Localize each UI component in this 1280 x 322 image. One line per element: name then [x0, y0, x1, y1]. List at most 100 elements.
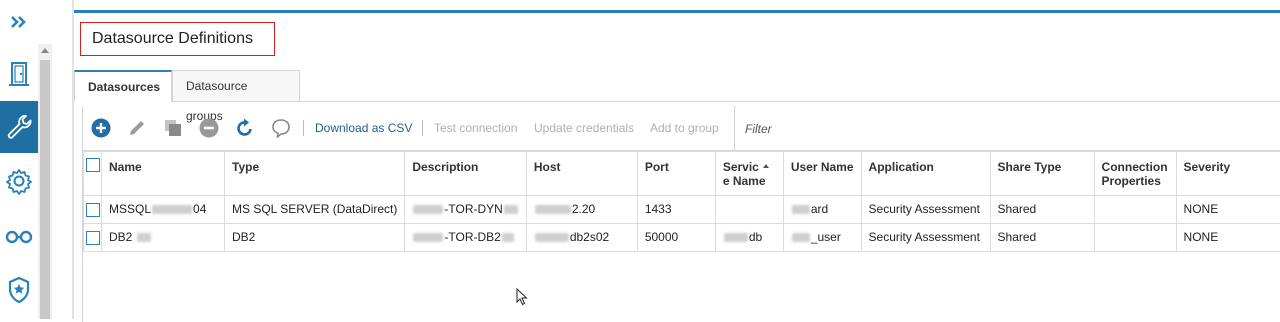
cell-connection-properties [1094, 196, 1176, 224]
column-header-service-name[interactable]: Service Name [715, 152, 783, 196]
door-icon [8, 61, 30, 87]
column-header-share-type[interactable]: Share Type [990, 152, 1094, 196]
name-text: MSSQL [109, 202, 151, 216]
cell-user-name: _user [783, 224, 861, 252]
cell-connection-properties [1094, 224, 1176, 252]
column-header-type[interactable]: Type [225, 152, 405, 196]
rail-item-security[interactable] [0, 264, 38, 316]
sort-ascending-icon [763, 164, 769, 168]
column-header-application[interactable]: Application [861, 152, 990, 196]
toolbar-separator [422, 120, 423, 136]
scroll-up-arrow-icon[interactable] [41, 48, 49, 53]
refresh-icon[interactable] [235, 118, 255, 138]
redacted-text [152, 205, 192, 214]
tab-datasource-groups[interactable]: Datasource groups [172, 70, 300, 101]
update-credentials-button[interactable]: Update credentials [534, 121, 634, 135]
glasses-icon [4, 228, 34, 244]
page-title-box: Datasource Definitions [80, 22, 275, 56]
column-header-name[interactable]: Name [102, 152, 225, 196]
edit-icon[interactable] [127, 118, 147, 138]
filter-box [734, 106, 1280, 150]
main-panel: Datasource Definitions Datasources Datas… [74, 10, 1280, 322]
rail-item-wrench[interactable] [0, 101, 38, 153]
mouse-cursor-icon [516, 288, 528, 306]
connection-properties-line2: Properties [1102, 174, 1161, 188]
page-title: Datasource Definitions [92, 30, 253, 48]
redacted-text [535, 205, 571, 214]
host-text: db2s02 [570, 230, 609, 244]
cell-port: 50000 [637, 224, 715, 252]
cell-type: DB2 [225, 224, 405, 252]
redacted-text [724, 233, 748, 242]
cell-port: 1433 [637, 196, 715, 224]
cell-host: 2.20 [526, 196, 637, 224]
column-header-description[interactable]: Description [405, 152, 526, 196]
redacted-text [792, 205, 810, 214]
redacted-text [413, 233, 443, 242]
cell-service-name: db [715, 224, 783, 252]
left-rail [0, 0, 38, 319]
cell-name: DB2 [102, 224, 225, 252]
expand-sidebar-button[interactable] [0, 0, 38, 44]
tab-bar: Datasources Datasource groups [74, 68, 1280, 102]
redacted-text [502, 233, 514, 242]
gear-icon [5, 167, 33, 195]
cell-application: Security Assessment [861, 196, 990, 224]
rail-item-glasses[interactable] [0, 210, 38, 262]
cell-share-type: Shared [990, 196, 1094, 224]
description-text: -TOR-DYN [444, 202, 502, 216]
column-header-host[interactable]: Host [526, 152, 637, 196]
service-name-line1: Servic [723, 160, 759, 174]
filter-input[interactable] [743, 118, 1147, 140]
redacted-text [535, 233, 569, 242]
redacted-text [137, 233, 151, 242]
toolbar-separator [303, 120, 304, 136]
select-all-cell [84, 152, 102, 196]
copy-icon[interactable] [163, 118, 183, 138]
download-csv-link[interactable]: Download as CSV [315, 121, 412, 135]
cell-description: -TOR-DYN [405, 196, 526, 224]
expand-chevrons-icon [9, 14, 29, 30]
comment-icon[interactable] [271, 118, 291, 138]
column-header-port[interactable]: Port [637, 152, 715, 196]
cell-user-name: ard [783, 196, 861, 224]
scrollbar-thumb[interactable] [40, 60, 50, 319]
add-to-group-button[interactable]: Add to group [650, 121, 719, 135]
remove-icon[interactable] [199, 118, 219, 138]
column-header-connection-properties[interactable]: ConnectionProperties [1094, 152, 1176, 196]
tab-datasources[interactable]: Datasources [74, 70, 172, 102]
rail-item-settings[interactable] [0, 155, 38, 207]
host-text: 2.20 [572, 202, 595, 216]
redacted-text [413, 205, 443, 214]
rail-item-door[interactable] [0, 48, 38, 100]
column-header-severity[interactable]: Severity [1176, 152, 1280, 196]
name-suffix: 04 [193, 202, 206, 216]
name-text: DB2 [109, 230, 132, 244]
rail-scrollbar[interactable] [38, 44, 52, 319]
datasources-table: Name Type Description Host Port Service … [83, 151, 1280, 252]
description-text: -TOR-DB2 [444, 230, 500, 244]
select-all-checkbox[interactable] [86, 158, 100, 172]
toolbar: Download as CSV Test connection Update c… [83, 106, 1280, 151]
row-select-cell [84, 196, 102, 224]
cell-severity: NONE [1176, 196, 1280, 224]
cell-application: Security Assessment [861, 224, 990, 252]
datasources-panel: Download as CSV Test connection Update c… [82, 106, 1280, 322]
cell-description: -TOR-DB2 [405, 224, 526, 252]
redacted-text [504, 205, 518, 214]
user-text: _user [811, 230, 841, 244]
cell-type: MS SQL SERVER (DataDirect) [225, 196, 405, 224]
service-text: db [749, 230, 762, 244]
row-checkbox[interactable] [86, 203, 100, 217]
add-icon[interactable] [91, 118, 111, 138]
test-connection-button[interactable]: Test connection [434, 121, 517, 135]
cell-host: db2s02 [526, 224, 637, 252]
row-checkbox[interactable] [86, 231, 100, 245]
cell-name: MSSQL 04 [102, 196, 225, 224]
table-row[interactable]: DB2 DB2 -TOR-DB2 db2s02 50000 db _user S… [84, 224, 1280, 252]
service-name-line2: e Name [723, 174, 766, 188]
cell-share-type: Shared [990, 224, 1094, 252]
table-row[interactable]: MSSQL 04 MS SQL SERVER (DataDirect) -TOR-… [84, 196, 1280, 224]
column-header-user-name[interactable]: User Name [783, 152, 861, 196]
table-header-row: Name Type Description Host Port Service … [84, 152, 1280, 196]
